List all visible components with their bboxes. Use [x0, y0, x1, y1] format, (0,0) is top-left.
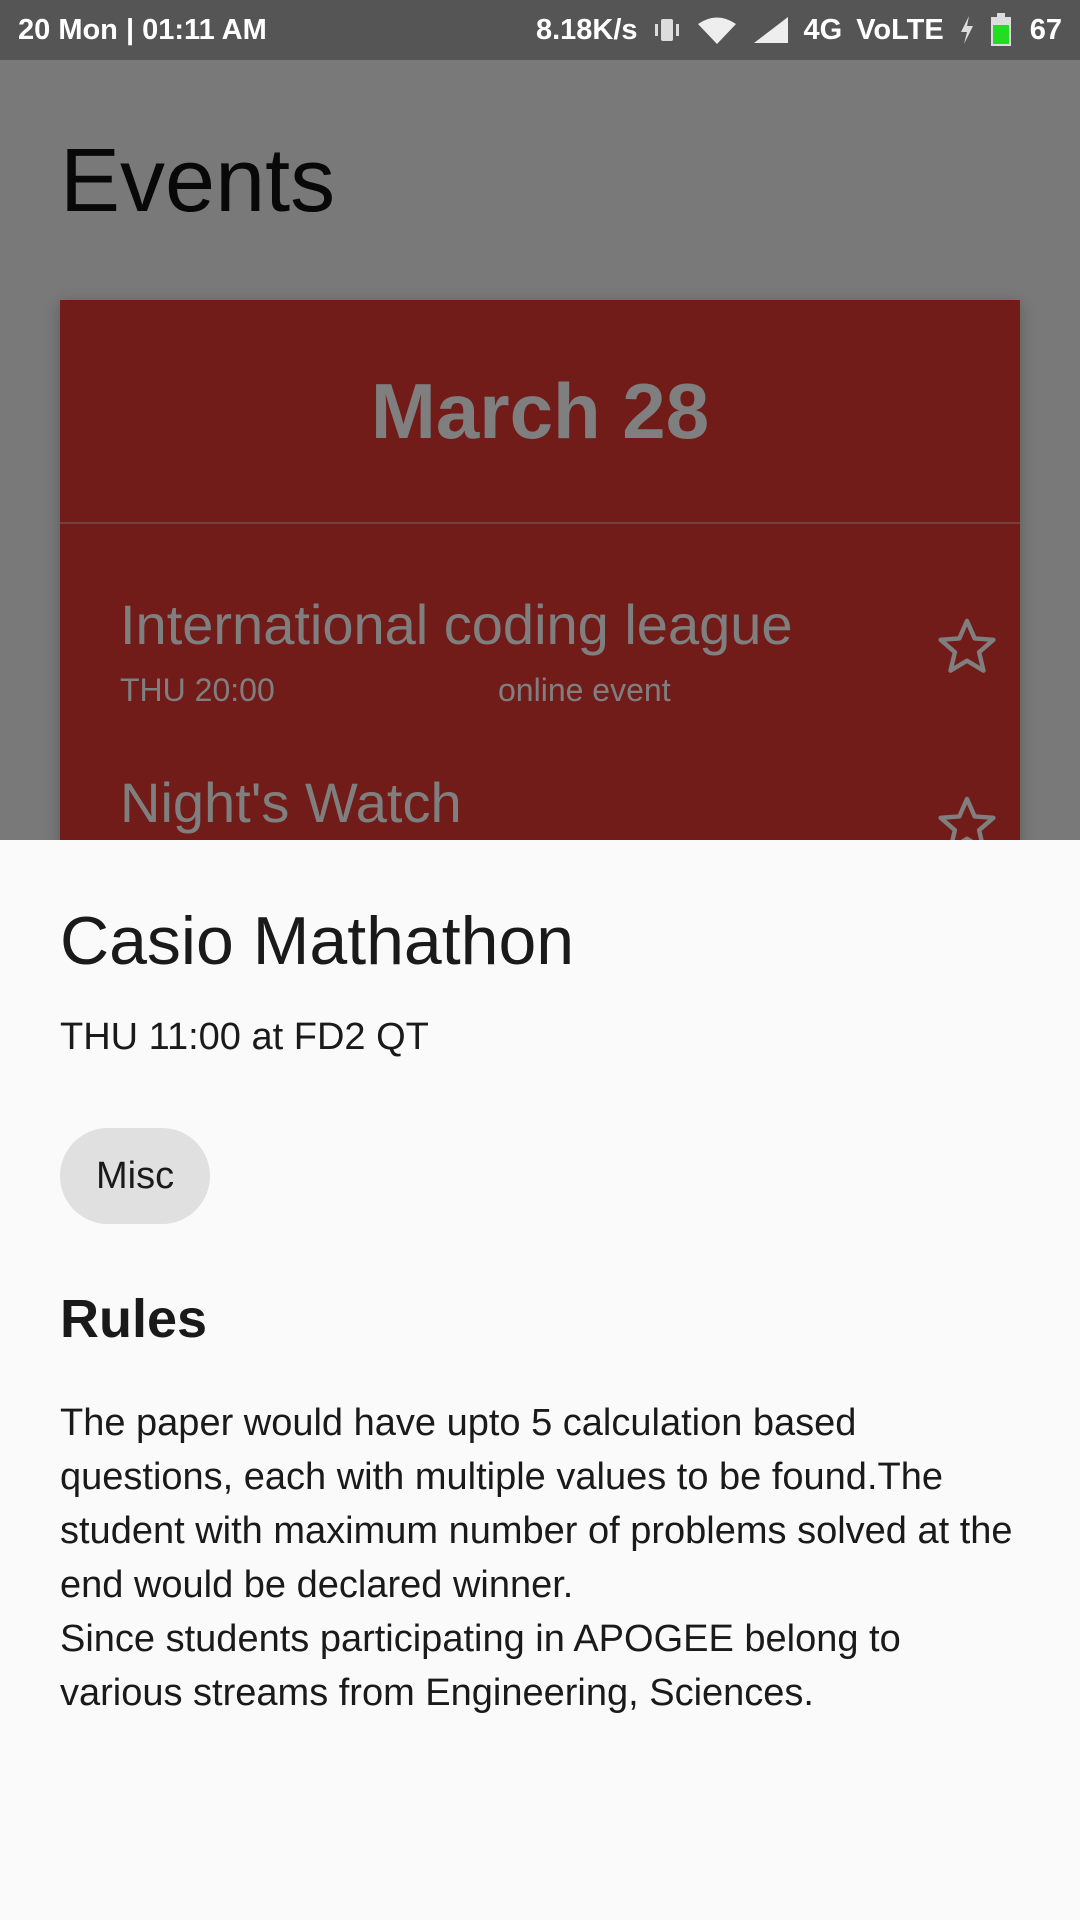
battery-icon	[990, 13, 1012, 47]
network-type: 4G	[803, 13, 843, 46]
event-detail-sheet: Casio Mathathon THU 11:00 at FD2 QT Misc…	[0, 840, 1080, 1920]
event-detail-time-venue: THU 11:00 at FD2 QT	[60, 1016, 429, 1058]
rules-paragraph: Since students participating in APOGEE b…	[60, 1618, 901, 1714]
rules-body: The paper would have upto 5 calculation …	[60, 1396, 1020, 1720]
status-date-time: 20 Mon | 01:11 AM	[18, 13, 267, 46]
charging-icon	[958, 15, 976, 45]
dim-scrim[interactable]	[0, 60, 1080, 840]
rules-heading: Rules	[60, 1289, 208, 1349]
event-detail-title: Casio Mathathon	[60, 903, 575, 979]
status-right-group: 8.18K/s 4G VoLTE 67	[536, 13, 1062, 47]
rules-paragraph: The paper would have upto 5 calculation …	[60, 1402, 1013, 1606]
network-speed: 8.18K/s	[535, 13, 638, 46]
status-bar: 20 Mon | 01:11 AM 8.18K/s 4G VoLTE 67	[0, 0, 1080, 60]
signal-icon	[752, 15, 790, 45]
category-chip[interactable]: Misc	[60, 1128, 211, 1224]
wifi-icon	[696, 15, 738, 45]
battery-percent: 67	[1029, 13, 1062, 46]
vibrate-icon	[652, 15, 682, 45]
volte-label: VoLTE	[856, 13, 944, 46]
